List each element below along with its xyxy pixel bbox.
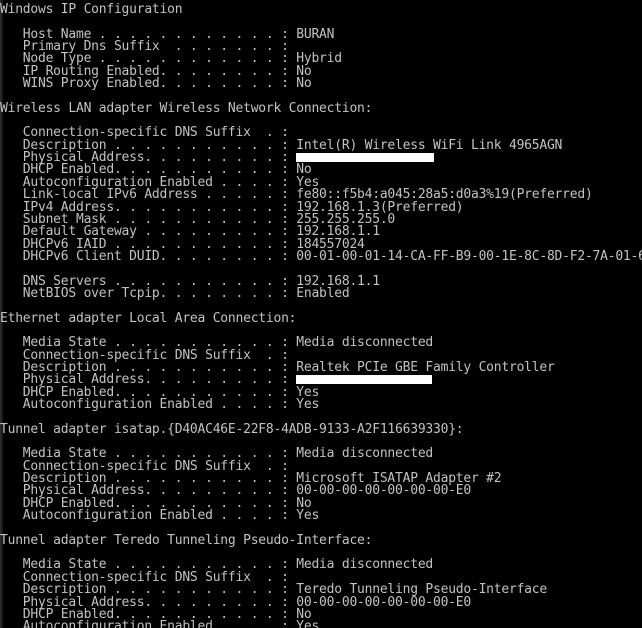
console-line-wlan-dhcpv6-client-duid: DHCPv6 Client DUID. . . . . . . . : 00-0… xyxy=(0,248,642,264)
console-line-wlan-netbios-over-tcpip: NetBIOS over Tcpip. . . . . . . . : Enab… xyxy=(0,285,350,301)
console-output-area[interactable]: Windows IP Configuration Host Name . . .… xyxy=(0,0,642,628)
console-line-teredo-autoconfiguration-enabled: Autoconfiguration Enabled . . . . : Yes xyxy=(0,619,320,628)
console-line-heading-ethernet-adapter: Ethernet adapter Local Area Connection: xyxy=(0,310,297,326)
command-prompt-window[interactable]: Windows IP Configuration Host Name . . .… xyxy=(0,0,642,628)
console-line-heading-windows-ip-configuration: Windows IP Configuration xyxy=(0,2,183,17)
console-line-heading-tunnel-adapter-teredo: Tunnel adapter Teredo Tunneling Pseudo-I… xyxy=(0,532,373,548)
console-line-heading-wireless-lan-adapter: Wireless LAN adapter Wireless Network Co… xyxy=(0,100,373,116)
console-line-wins-proxy-enabled: WINS Proxy Enabled. . . . . . . . : No xyxy=(0,76,312,92)
console-line-isatap-autoconfiguration-enabled: Autoconfiguration Enabled . . . . : Yes xyxy=(0,508,320,524)
redaction-block xyxy=(296,153,435,163)
redaction-block xyxy=(296,375,433,385)
console-line-heading-tunnel-adapter-isatap: Tunnel adapter isatap.{D40AC46E-22F8-4AD… xyxy=(0,421,464,437)
console-line-eth-autoconfiguration-enabled: Autoconfiguration Enabled . . . . : Yes xyxy=(0,397,320,412)
